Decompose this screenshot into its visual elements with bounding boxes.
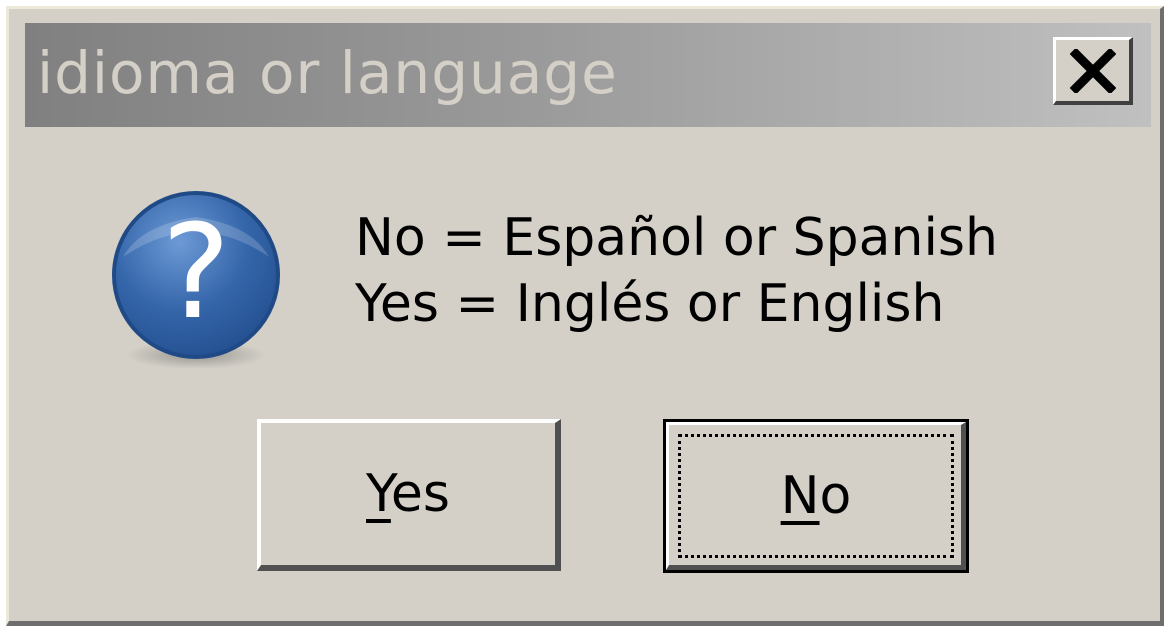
window-title: idioma or language [37, 39, 618, 107]
yes-button[interactable]: Yes [257, 419, 561, 571]
no-button[interactable]: No [663, 419, 969, 573]
close-button[interactable] [1053, 37, 1133, 105]
message-line-spanish: No = Español or Spanish [355, 208, 998, 268]
title-bar[interactable]: idioma or language [25, 23, 1151, 127]
language-dialog: idioma or language ? No = Español or Spa… [6, 6, 1164, 626]
yes-button-label: Yes [366, 464, 450, 524]
question-icon: ? [101, 187, 291, 377]
dialog-message: No = Español or Spanish Yes = Inglés or … [355, 205, 998, 337]
message-line-english: Yes = Inglés or English [355, 274, 945, 334]
no-button-label: No [780, 466, 852, 526]
close-icon [1069, 48, 1116, 93]
svg-text:?: ? [162, 196, 231, 348]
